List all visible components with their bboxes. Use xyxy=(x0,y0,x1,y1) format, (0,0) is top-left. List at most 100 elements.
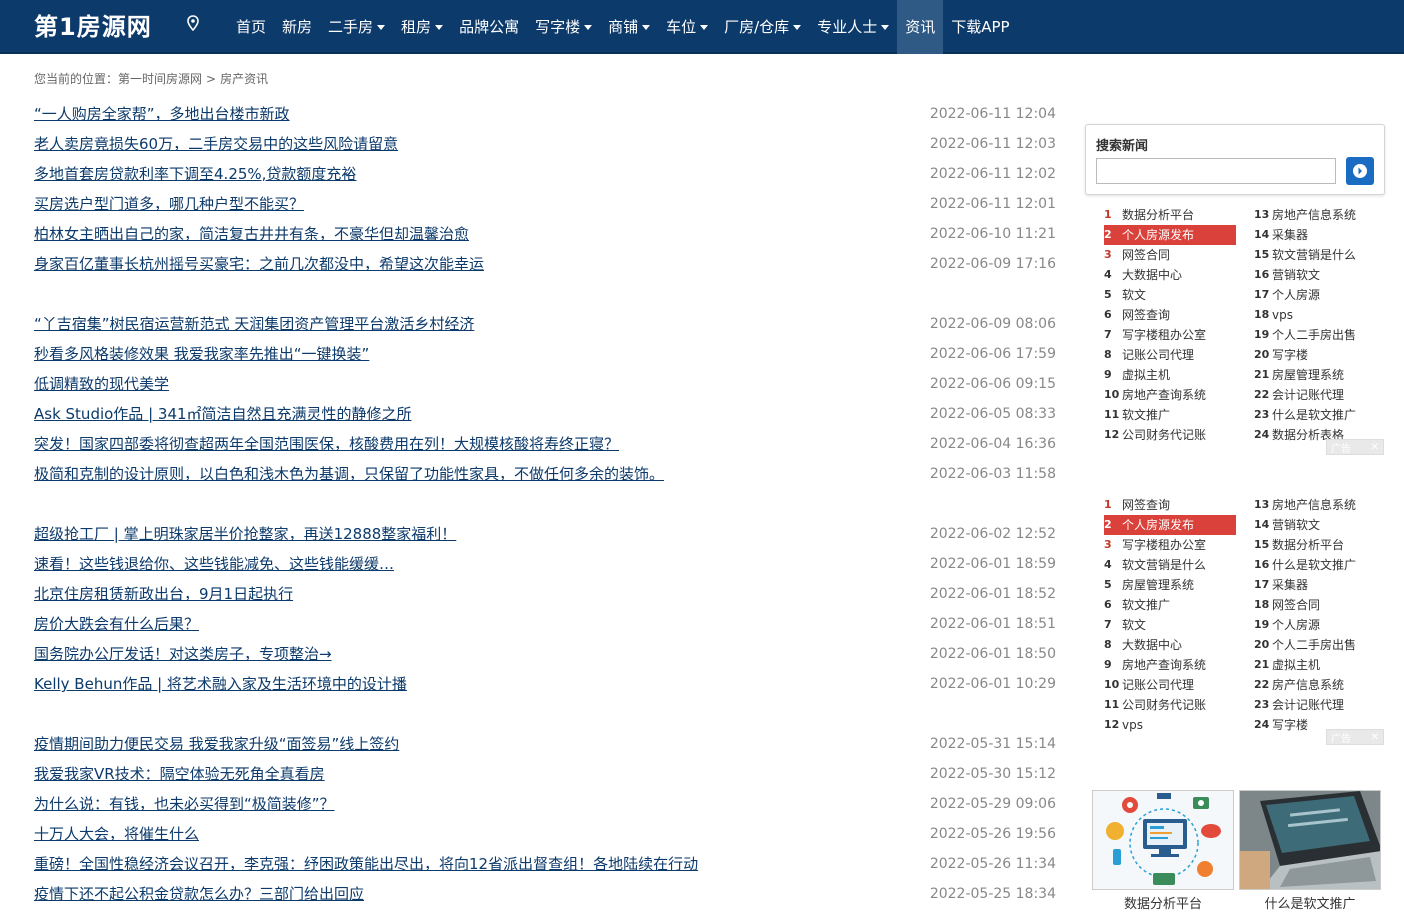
rank-item[interactable]: 20 个人二手房出售 xyxy=(1254,635,1386,655)
rank-item[interactable]: 15 数据分析平台 xyxy=(1254,535,1386,555)
nav-item[interactable]: 品牌公寓 xyxy=(451,0,527,54)
nav-item[interactable]: 首页 xyxy=(228,0,274,54)
rank-item[interactable]: 16 营销软文 xyxy=(1254,265,1386,285)
rank-item[interactable]: 5 房屋管理系统 xyxy=(1104,575,1236,595)
rank-item[interactable]: 11 软文推广 xyxy=(1104,405,1236,425)
rank-item[interactable]: 13 房地产信息系统 xyxy=(1254,495,1386,515)
rank-item[interactable]: 21 虚拟主机 xyxy=(1254,655,1386,675)
nav-item[interactable]: 二手房 xyxy=(320,0,393,54)
news-title-link[interactable]: 极简和克制的设计原则，以白色和浅木色为基调，只保留了功能性家具，不做任何多余的装… xyxy=(34,464,664,484)
nav-item[interactable]: 新房 xyxy=(274,0,320,54)
news-title-link[interactable]: 多地首套房贷款利率下调至4.25%,贷款额度充裕 xyxy=(34,164,356,184)
news-title-link[interactable]: 我爱我家VR技术：隔空体验无死角全真看房 xyxy=(34,764,325,784)
news-title-link[interactable]: 突发！国家四部委将彻查超两年全国范围医保，核酸费用在列！大规模核酸将寿终正寝？ xyxy=(34,434,619,454)
rank-item[interactable]: 20 写字楼 xyxy=(1254,345,1386,365)
rank-item[interactable]: 19 个人房源 xyxy=(1254,615,1386,635)
site-logo[interactable]: 第1房源网 xyxy=(34,10,152,44)
rank-item[interactable]: 4 软文营销是什么 xyxy=(1104,555,1236,575)
rank-item[interactable]: 3 网签合同 xyxy=(1104,245,1236,265)
rank-item[interactable]: 8 记账公司代理 xyxy=(1104,345,1236,365)
breadcrumb-home-link[interactable]: 第一时间房源网 xyxy=(118,72,202,86)
caret-down-icon xyxy=(377,24,386,30)
news-title-link[interactable]: 国务院办公厅发话！对这类房子，专项整治→ xyxy=(34,644,332,664)
news-title-link[interactable]: 秒看多风格装修效果 我爱我家率先推出“一键换装” xyxy=(34,344,369,364)
thumb-caption[interactable]: 数据分析平台 xyxy=(1092,893,1234,912)
close-icon[interactable]: ✕ xyxy=(1371,732,1379,743)
news-title-link[interactable]: 十万人大会，将催生什么 xyxy=(34,824,199,844)
news-title-link[interactable]: 买房选户型门道多，哪几种户型不能买？ xyxy=(34,194,304,214)
news-title-link[interactable]: 柏林女主晒出自己的家，简洁复古井井有条，不豪华但却温馨治愈 xyxy=(34,224,469,244)
rank-item[interactable]: 10 房地产查询系统 xyxy=(1104,385,1236,405)
news-title-link[interactable]: 疫情期间助力便民交易 我爱我家升级“面签易”线上签约 xyxy=(34,734,399,754)
news-title-link[interactable]: 重磅！全国性稳经济会议召开，李克强：纾困政策能出尽出，将向12省派出督查组！各地… xyxy=(34,854,698,874)
rank-item[interactable]: 17 采集器 xyxy=(1254,575,1386,595)
news-title-link[interactable]: 老人卖房竟损失60万，二手房交易中的这些风险请留意 xyxy=(34,134,398,154)
search-button[interactable] xyxy=(1346,157,1374,185)
thumb-soft-article-promotion[interactable] xyxy=(1239,790,1381,890)
nav-item[interactable]: 车位 xyxy=(658,0,716,54)
rank-item[interactable]: 23 什么是软文推广 xyxy=(1254,405,1386,425)
rank-item[interactable]: 2 个人房源发布 xyxy=(1104,515,1236,535)
nav-item[interactable]: 厂房/仓库 xyxy=(716,0,809,54)
nav-item[interactable]: 写字楼 xyxy=(527,0,600,54)
news-title-link[interactable]: 身家百亿董事长杭州摇号买豪宅：之前几次都没中，希望这次能幸运 xyxy=(34,254,484,274)
rank-item[interactable]: 1 网签查询 xyxy=(1104,495,1236,515)
nav-item[interactable]: 资讯 xyxy=(897,0,944,54)
nav-item[interactable]: 租房 xyxy=(393,0,451,54)
rank-item[interactable]: 1 数据分析平台 xyxy=(1104,205,1236,225)
news-title-link[interactable]: 低调精致的现代美学 xyxy=(34,374,169,394)
rank-item[interactable]: 16 什么是软文推广 xyxy=(1254,555,1386,575)
thumb-caption[interactable]: 什么是软文推广 xyxy=(1239,893,1381,912)
rank-item[interactable]: 6 软文推广 xyxy=(1104,595,1236,615)
rank-item[interactable]: 8 大数据中心 xyxy=(1104,635,1236,655)
rank-item[interactable]: 5 软文 xyxy=(1104,285,1236,305)
rank-item[interactable]: 14 采集器 xyxy=(1254,225,1386,245)
news-title-link[interactable]: 速看！这些钱退给你、这些钱能减免、这些钱能缓缓… xyxy=(34,554,394,574)
news-row: Kelly Behun作品 | 将艺术融入家及生活环境中的设计播 2022-06-… xyxy=(34,669,1056,699)
rank-item[interactable]: 18 vps xyxy=(1254,305,1386,325)
rank-item[interactable]: 14 营销软文 xyxy=(1254,515,1386,535)
rank-item[interactable]: 19 个人二手房出售 xyxy=(1254,325,1386,345)
location-pin-icon[interactable] xyxy=(186,15,200,31)
rank-item[interactable]: 12 公司财务代记账 xyxy=(1104,425,1236,445)
rank-item[interactable]: 15 软文营销是什么 xyxy=(1254,245,1386,265)
rank-item[interactable]: 17 个人房源 xyxy=(1254,285,1386,305)
rank-item[interactable]: 3 写字楼租办公室 xyxy=(1104,535,1236,555)
nav-item[interactable]: 下载APP xyxy=(943,0,1017,54)
nav-item[interactable]: 专业人士 xyxy=(809,0,897,54)
rank-item[interactable]: 9 房地产查询系统 xyxy=(1104,655,1236,675)
rank-item[interactable]: 9 虚拟主机 xyxy=(1104,365,1236,385)
rank-item[interactable]: 18 网签合同 xyxy=(1254,595,1386,615)
rank-item[interactable]: 21 房屋管理系统 xyxy=(1254,365,1386,385)
ad-tag[interactable]: 广告 ✕ xyxy=(1326,439,1384,455)
rank-item[interactable]: 4 大数据中心 xyxy=(1104,265,1236,285)
rank-item[interactable]: 12 vps xyxy=(1104,715,1236,735)
ad-tag[interactable]: 广告 ✕ xyxy=(1326,729,1384,745)
news-title-link[interactable]: 疫情下还不起公积金贷款怎么办？三部门给出回应 xyxy=(34,884,364,904)
rank-item[interactable]: 7 写字楼租办公室 xyxy=(1104,325,1236,345)
close-icon[interactable]: ✕ xyxy=(1371,442,1379,453)
news-title-link[interactable]: 北京住房租赁新政出台，9月1日起执行 xyxy=(34,584,293,604)
news-title-link[interactable]: “丫吉宿集”树民宿运营新范式 天润集团资产管理平台激活乡村经济 xyxy=(34,314,474,334)
news-title-link[interactable]: Kelly Behun作品 | 将艺术融入家及生活环境中的设计播 xyxy=(34,674,407,694)
news-title-link[interactable]: Ask Studio作品 | 341㎡简洁自然且充满灵性的静修之所 xyxy=(34,404,412,424)
rank-item[interactable]: 23 会计记账代理 xyxy=(1254,695,1386,715)
news-title-link[interactable]: 超级抢工厂 | 掌上明珠家居半价抢整家，再送12888整家福利！ xyxy=(34,524,456,544)
rank-number: 6 xyxy=(1104,308,1112,321)
nav-item[interactable]: 商铺 xyxy=(600,0,658,54)
rank-item[interactable]: 22 房产信息系统 xyxy=(1254,675,1386,695)
rank-item[interactable]: 7 软文 xyxy=(1104,615,1236,635)
rank-item[interactable]: 22 会计记账代理 xyxy=(1254,385,1386,405)
rank-item[interactable]: 13 房地产信息系统 xyxy=(1254,205,1386,225)
thumb-data-analysis[interactable] xyxy=(1092,790,1234,890)
rank-item[interactable]: 11 公司财务代记账 xyxy=(1104,695,1236,715)
news-title-link[interactable]: 房价大跌会有什么后果？ xyxy=(34,614,199,634)
rank-item[interactable]: 2 个人房源发布 xyxy=(1104,225,1236,245)
search-input[interactable] xyxy=(1096,158,1336,184)
news-title-link[interactable]: 为什么说：有钱，也未必买得到“极简装修”？ xyxy=(34,794,335,814)
news-title-link[interactable]: “一人购房全家帮”，多地出台楼市新政 xyxy=(34,104,290,124)
rank-keyword: 房产信息系统 xyxy=(1272,678,1345,692)
rank-item[interactable]: 6 网签查询 xyxy=(1104,305,1236,325)
rank-keyword: 房地产查询系统 xyxy=(1122,388,1207,402)
rank-item[interactable]: 10 记账公司代理 xyxy=(1104,675,1236,695)
